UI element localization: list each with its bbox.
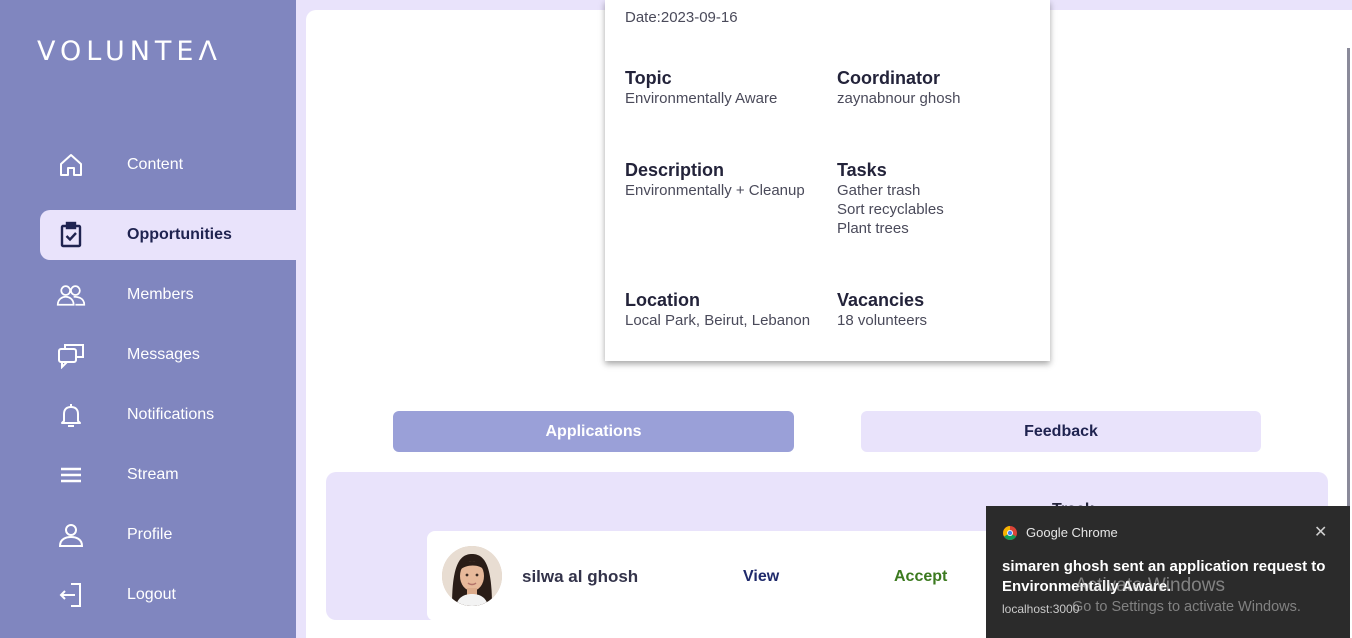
sidebar-item-label: Opportunities	[127, 226, 232, 243]
user-icon	[56, 521, 86, 549]
sidebar-item-logout[interactable]: Logout	[40, 570, 296, 620]
task-item: Gather trash	[837, 182, 921, 199]
sidebar-item-label: Members	[127, 286, 194, 303]
menu-icon	[56, 461, 86, 489]
task-item: Sort recyclables	[837, 201, 944, 218]
avatar	[442, 546, 502, 606]
notification-source: localhost:3000	[1002, 602, 1080, 616]
description-value: Environmentally + Cleanup	[625, 182, 805, 199]
vacancies-label: Vacancies	[837, 290, 925, 310]
coordinator-label: Coordinator	[837, 68, 940, 88]
close-icon[interactable]: ✕	[1314, 522, 1327, 542]
sidebar-item-opportunities[interactable]: Opportunities	[40, 210, 296, 260]
description-field: Description Environmentally + Cleanup	[625, 160, 805, 200]
sidebar: VOLUNTEΛ Content Opportunities Members M…	[0, 0, 296, 638]
tasks-label: Tasks	[837, 160, 887, 180]
sidebar-item-messages[interactable]: Messages	[40, 330, 296, 380]
topic-value: Environmentally Aware	[625, 90, 778, 107]
sidebar-item-profile[interactable]: Profile	[40, 510, 296, 560]
chat-icon	[56, 341, 86, 369]
sidebar-item-label: Stream	[127, 466, 179, 483]
vacancies-value: 18 volunteers	[837, 312, 928, 329]
logout-icon	[56, 581, 86, 609]
opportunity-date: Date:2023-09-16	[625, 9, 738, 26]
activate-windows-subtitle: Go to Settings to activate Windows.	[1072, 599, 1301, 615]
sidebar-item-label: Logout	[127, 586, 176, 603]
chrome-notification[interactable]: Google Chrome ✕ simaren ghosh sent an ap…	[986, 506, 1350, 638]
coordinator-value: zaynabnour ghosh	[837, 90, 961, 107]
notification-app-name: Google Chrome	[1026, 525, 1118, 540]
users-icon	[56, 281, 86, 309]
view-button[interactable]: View	[743, 568, 779, 586]
clipboard-check-icon	[56, 221, 86, 249]
tab-applications[interactable]: Applications	[393, 411, 794, 452]
opportunity-details-card: Date:2023-09-16 Topic Environmentally Aw…	[605, 0, 1050, 361]
home-icon	[56, 151, 86, 179]
vacancies-field: Vacancies 18 volunteers	[837, 290, 927, 330]
sidebar-item-content[interactable]: Content	[40, 140, 296, 190]
sidebar-item-notifications[interactable]: Notifications	[40, 390, 296, 440]
sidebar-item-label: Profile	[127, 526, 173, 543]
sidebar-item-stream[interactable]: Stream	[40, 450, 296, 500]
chrome-icon	[1003, 526, 1017, 540]
topic-label: Topic	[625, 68, 672, 88]
bell-icon	[56, 401, 86, 429]
sidebar-item-members[interactable]: Members	[40, 270, 296, 320]
location-value: Local Park, Beirut, Lebanon	[625, 312, 811, 329]
topic-field: Topic Environmentally Aware	[625, 68, 777, 108]
app-logo: VOLUNTEΛ	[37, 36, 222, 67]
activate-windows-title: Activate Windows	[1075, 575, 1225, 596]
tab-feedback[interactable]: Feedback	[861, 411, 1261, 452]
description-label: Description	[625, 160, 725, 180]
location-label: Location	[625, 290, 700, 310]
applicant-name: silwa al ghosh	[522, 567, 639, 586]
tasks-field: Tasks Gather trash Sort recyclables Plan…	[837, 160, 944, 238]
location-field: Location Local Park, Beirut, Lebanon	[625, 290, 810, 330]
sidebar-item-label: Content	[127, 156, 184, 173]
accept-button[interactable]: Accept	[894, 568, 947, 586]
sidebar-item-label: Notifications	[127, 406, 215, 423]
sidebar-item-label: Messages	[127, 346, 200, 363]
task-item: Plant trees	[837, 220, 909, 237]
coordinator-field: Coordinator zaynabnour ghosh	[837, 68, 960, 108]
